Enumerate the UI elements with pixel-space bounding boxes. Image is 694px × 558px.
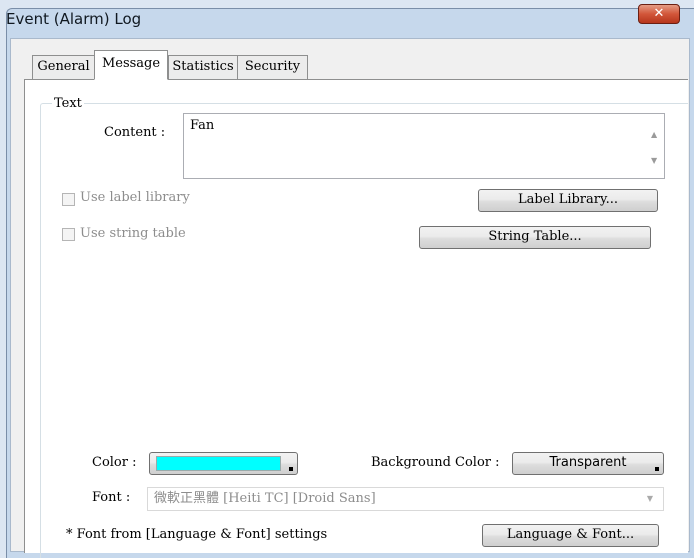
- text-group-label: Text: [52, 96, 84, 111]
- close-icon: ✕: [653, 6, 665, 21]
- scroll-up-icon[interactable]: ▲: [651, 130, 657, 139]
- content-scrollbar[interactable]: ▲ ▼: [647, 114, 664, 178]
- language-font-button[interactable]: Language & Font...: [482, 524, 659, 547]
- content-label: Content :: [104, 125, 166, 140]
- string-table-button[interactable]: String Table...: [419, 226, 651, 249]
- dropdown-icon: [655, 467, 659, 471]
- tab-label: General: [37, 59, 90, 74]
- tab-label: Statistics: [172, 59, 234, 74]
- color-swatch: [156, 456, 281, 471]
- background-color-label: Background Color :: [371, 455, 500, 470]
- background-color-value: Transparent: [549, 455, 627, 470]
- tab-message[interactable]: Message: [94, 50, 168, 80]
- font-label: Font :: [92, 490, 131, 505]
- label-library-button[interactable]: Label Library...: [478, 189, 658, 212]
- use-label-library-checkbox[interactable]: [62, 193, 75, 206]
- scroll-down-icon[interactable]: ▼: [651, 156, 657, 165]
- content-value: Fan: [190, 118, 215, 133]
- tab-statistics[interactable]: Statistics: [168, 55, 238, 79]
- close-button[interactable]: ✕: [638, 4, 680, 24]
- font-value: 微軟正黑體 [Heiti TC] [Droid Sans]: [154, 491, 376, 506]
- dropdown-icon: [289, 467, 293, 471]
- color-label: Color :: [92, 455, 137, 470]
- tab-general[interactable]: General: [32, 55, 95, 79]
- tab-label: Security: [244, 59, 301, 74]
- use-string-table-label: Use string table: [80, 226, 186, 241]
- font-note: * Font from [Language & Font] settings: [66, 527, 328, 542]
- content-textarea[interactable]: Fan ▲ ▼: [183, 113, 665, 179]
- use-label-library-label: Use label library: [80, 190, 190, 205]
- color-picker[interactable]: [149, 452, 298, 475]
- font-select[interactable]: 微軟正黑體 [Heiti TC] [Droid Sans] ▼: [147, 487, 664, 511]
- background-color-picker[interactable]: Transparent: [512, 452, 664, 475]
- tab-security[interactable]: Security: [237, 55, 308, 79]
- window-title: Event (Alarm) Log: [6, 10, 142, 28]
- tab-label: Message: [101, 56, 161, 71]
- chevron-down-icon: ▼: [646, 494, 653, 503]
- use-string-table-checkbox[interactable]: [62, 228, 75, 241]
